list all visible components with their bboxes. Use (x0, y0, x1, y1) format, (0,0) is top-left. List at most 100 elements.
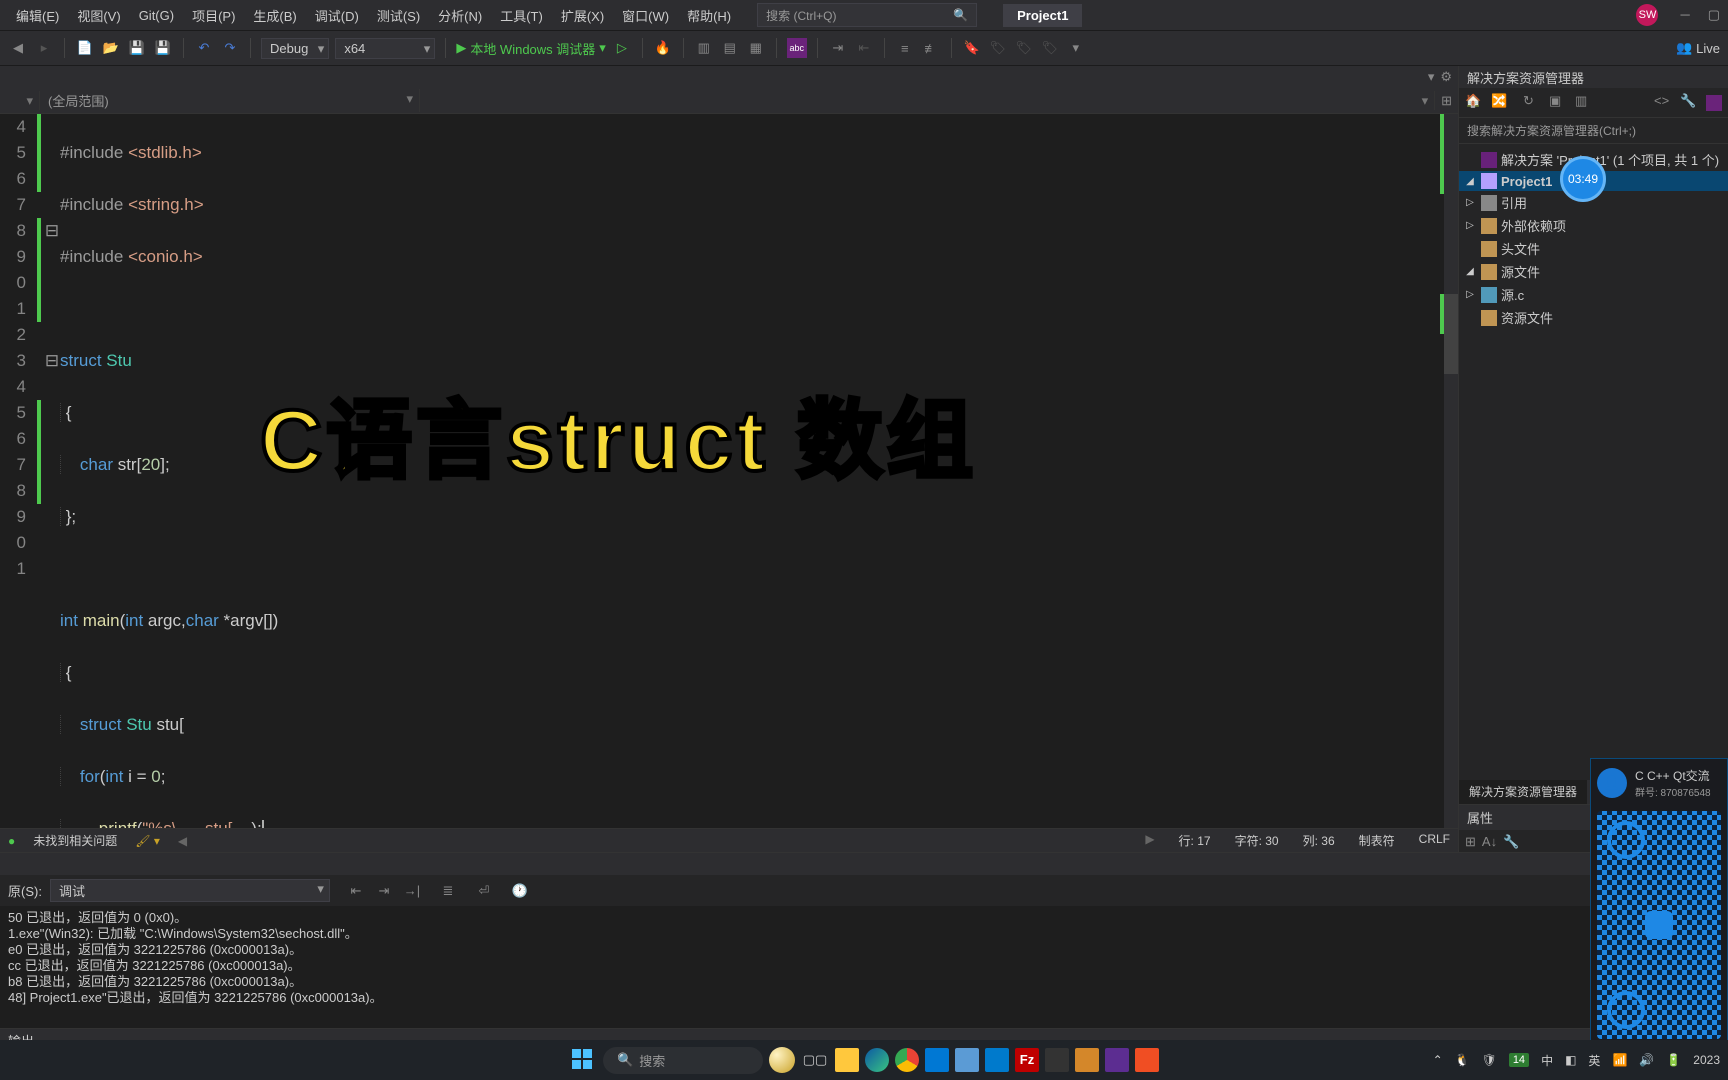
split-icon[interactable]: ⊞ (1435, 93, 1458, 109)
categorize-icon[interactable]: ⊞ (1465, 834, 1476, 850)
status-col[interactable]: 列: 36 (1303, 832, 1335, 849)
tray-app-icon[interactable]: ◧ (1565, 1053, 1576, 1067)
brush-icon[interactable]: 🖌 ▾ (135, 834, 160, 848)
clock-icon[interactable]: 🕐 (510, 882, 530, 900)
lang-cn[interactable]: 中 (1541, 1052, 1553, 1069)
collapse-icon[interactable]: ▣ (1549, 93, 1569, 113)
tray-qq-icon[interactable]: 🐧 (1455, 1053, 1470, 1067)
tab-solution-explorer[interactable]: 解决方案资源管理器 (1459, 780, 1587, 804)
breadcrumb-scope[interactable]: (全局范围) (40, 89, 420, 112)
menu-test[interactable]: 测试(S) (369, 2, 428, 29)
bookmark4-icon[interactable]: 🏷 (1040, 38, 1060, 58)
menu-project[interactable]: 项目(P) (184, 2, 243, 29)
start-icon[interactable] (569, 1046, 597, 1074)
vertical-scrollbar[interactable] (1444, 114, 1458, 828)
save-all-icon[interactable]: 💾 (153, 38, 173, 58)
comment-icon[interactable]: ≡ (895, 38, 915, 58)
lang-en[interactable]: 英 (1588, 1052, 1600, 1069)
ime-badge[interactable]: 14 (1509, 1053, 1529, 1067)
tree-source-file[interactable]: ▷ 源.c (1459, 283, 1728, 306)
terminal-icon[interactable] (1045, 1048, 1069, 1072)
menu-debug[interactable]: 调试(D) (307, 2, 367, 29)
global-search[interactable]: 搜索 (Ctrl+Q) 🔍 (757, 3, 977, 27)
save-icon[interactable]: 💾 (127, 38, 147, 58)
preview-icon[interactable] (1706, 95, 1722, 111)
menu-tools[interactable]: 工具(T) (492, 2, 551, 29)
app2-icon[interactable] (1135, 1048, 1159, 1072)
project-name[interactable]: Project1 (1003, 4, 1082, 27)
undo-icon[interactable]: ↶ (194, 38, 214, 58)
menu-window[interactable]: 窗口(W) (614, 2, 677, 29)
explorer-icon[interactable] (835, 1048, 859, 1072)
tray-up-icon[interactable]: ⌃ (1433, 1053, 1443, 1067)
app1-icon[interactable] (1075, 1048, 1099, 1072)
taskbar-search[interactable]: 🔍 搜索 (603, 1047, 763, 1074)
battery-icon[interactable]: 🔋 (1666, 1053, 1681, 1067)
clear-icon[interactable]: ≣ (438, 882, 458, 900)
clock[interactable]: 2023 (1693, 1053, 1720, 1067)
indent-left-icon[interactable]: ⇤ (346, 882, 366, 900)
indent-right-icon[interactable]: ⇥ (374, 882, 394, 900)
hot-reload-icon[interactable]: 🔥 (653, 38, 673, 58)
tree-sources[interactable]: ◢ 源文件 (1459, 260, 1728, 283)
tree-external[interactable]: ▷ 外部依赖项 (1459, 214, 1728, 237)
home-icon[interactable]: 🏠 (1465, 93, 1485, 113)
fold-icon[interactable]: ⊟ (44, 218, 60, 244)
run-noattach-icon[interactable]: ▷ (612, 38, 632, 58)
output-text[interactable]: 50 已退出，返回值为 0 (0x0)。 1.exe"(Win32): 已加载 … (0, 906, 1728, 1028)
tree-headers[interactable]: 头文件 (1459, 237, 1728, 260)
wrap-icon[interactable]: ⏎ (474, 882, 494, 900)
goto-icon[interactable]: →| (402, 882, 422, 900)
status-line[interactable]: 行: 17 (1179, 832, 1211, 849)
redo-icon[interactable]: ↷ (220, 38, 240, 58)
volume-icon[interactable]: 🔊 (1639, 1053, 1654, 1067)
bookmark-icon[interactable]: 🔖 (962, 38, 982, 58)
issues-text[interactable]: 未找到相关问题 (33, 832, 117, 849)
copilot-icon[interactable] (769, 1047, 795, 1073)
tree-resources[interactable]: 资源文件 (1459, 306, 1728, 329)
breadcrumb-file[interactable] (0, 91, 40, 110)
live-share[interactable]: 👥 Live (1676, 40, 1720, 56)
menu-build[interactable]: 生成(B) (245, 2, 304, 29)
solution-search[interactable]: 搜索解决方案资源管理器(Ctrl+;) (1459, 118, 1728, 144)
scroll-right-icon[interactable]: ▶ (1145, 832, 1154, 849)
new-file-icon[interactable]: 📄 (75, 38, 95, 58)
prop-icon[interactable]: 🔧 (1680, 93, 1700, 113)
browse3-icon[interactable]: ▦ (746, 38, 766, 58)
abc-icon[interactable]: abc (787, 38, 807, 58)
tray-shield-icon[interactable]: 🛡 (1482, 1053, 1497, 1067)
chrome-icon[interactable] (895, 1048, 919, 1072)
browse-icon[interactable]: ▥ (694, 38, 714, 58)
user-avatar[interactable]: SW (1636, 4, 1658, 26)
minimize-icon[interactable]: ─ (1680, 7, 1689, 23)
platform-dropdown[interactable]: x64 (335, 38, 435, 59)
code-text[interactable]: #include <stdlib.h> #include <string.h> … (60, 114, 1458, 828)
breadcrumb-member[interactable] (420, 91, 1435, 110)
code-icon[interactable]: <> (1654, 93, 1674, 113)
menu-help[interactable]: 帮助(H) (679, 2, 739, 29)
taskview-icon[interactable]: ▢▢ (801, 1046, 829, 1074)
switch-icon[interactable]: 🔀 (1491, 93, 1511, 113)
show-all-icon[interactable]: ▥ (1575, 93, 1595, 113)
bookmark3-icon[interactable]: 🏷 (1014, 38, 1034, 58)
nav-back-icon[interactable]: ◀ (8, 38, 28, 58)
outdent-icon[interactable]: ⇤ (854, 38, 874, 58)
wifi-icon[interactable]: 📶 (1612, 1053, 1627, 1067)
vs-icon[interactable] (1105, 1048, 1129, 1072)
edge-icon[interactable] (865, 1048, 889, 1072)
scroll-thumb[interactable] (1444, 294, 1458, 374)
filezilla-icon[interactable]: Fz (1015, 1048, 1039, 1072)
indent-icon[interactable]: ⇥ (828, 38, 848, 58)
dropdown-icon[interactable]: ▾ (1428, 69, 1435, 85)
vscode-icon[interactable] (985, 1048, 1009, 1072)
open-icon[interactable]: 📂 (101, 38, 121, 58)
store-icon[interactable] (925, 1048, 949, 1072)
run-button[interactable]: ▶ 本地 Windows 调试器 ▾ (456, 39, 606, 58)
scroll-left-icon[interactable]: ◀ (178, 834, 187, 848)
alphabetize-icon[interactable]: A↓ (1482, 834, 1497, 850)
bookmark2-icon[interactable]: 🏷 (988, 38, 1008, 58)
gear-icon[interactable]: ⚙ (1440, 69, 1452, 85)
notes-icon[interactable] (955, 1048, 979, 1072)
wrench-icon[interactable]: 🔧 (1503, 834, 1519, 850)
status-tabs[interactable]: 制表符 (1359, 832, 1395, 849)
